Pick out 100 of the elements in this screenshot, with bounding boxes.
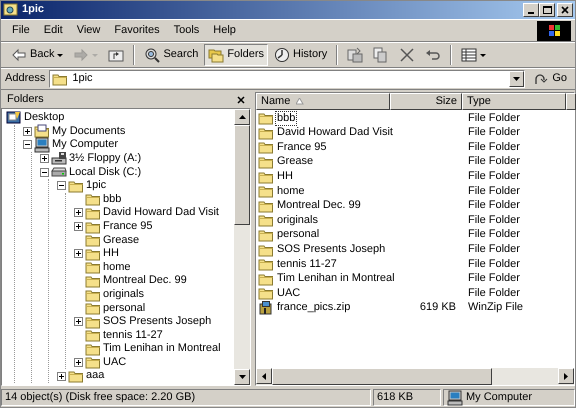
expander-toggle[interactable]: [74, 317, 83, 326]
expander-toggle[interactable]: [23, 126, 32, 136]
expander-toggle[interactable]: [57, 372, 66, 381]
tree-item[interactable]: bbb: [103, 192, 122, 206]
tree-item[interactable]: 3½ Floppy (A:): [69, 152, 142, 166]
maximize-button[interactable]: [539, 3, 555, 17]
expander-toggle[interactable]: [74, 208, 83, 218]
status-size: 618 KB: [373, 389, 441, 406]
tree-item[interactable]: UAC: [103, 356, 126, 370]
file-type: File Folder: [467, 112, 521, 125]
file-name[interactable]: personal: [275, 227, 322, 243]
tree-item[interactable]: Montreal Dec. 99: [103, 274, 187, 288]
tree-item[interactable]: My Documents: [52, 124, 126, 138]
file-name[interactable]: tennis 11-27: [275, 256, 339, 272]
file-name[interactable]: HH: [275, 169, 295, 184]
file-name[interactable]: Grease: [275, 154, 316, 170]
dropdown-arrow-icon: [513, 77, 520, 81]
tree-item[interactable]: My Computer: [52, 138, 118, 152]
tree-item[interactable]: SOS Presents Joseph: [103, 315, 212, 328]
file-name[interactable]: David Howard Dad Visit: [275, 125, 395, 140]
file-type: WinZip File: [467, 301, 524, 315]
tree-item[interactable]: Tim Lenihan in Montreal: [103, 342, 221, 356]
file-type: File Folder: [467, 170, 521, 184]
tree-item[interactable]: tennis 11-27: [103, 328, 163, 342]
expander-toggle[interactable]: [74, 358, 83, 367]
menu-item[interactable]: Help: [206, 22, 243, 40]
menu-item[interactable]: View: [70, 22, 108, 40]
go-button[interactable]: Go: [529, 68, 571, 90]
dropdown-caret-icon: [480, 54, 486, 56]
expander-toggle[interactable]: [23, 140, 32, 150]
file-type: File Folder: [467, 214, 521, 228]
menu-item[interactable]: Edit: [36, 22, 70, 40]
expander-toggle[interactable]: [74, 222, 83, 232]
column-header[interactable]: Size: [390, 93, 462, 110]
tree-item[interactable]: Desktop: [24, 111, 64, 124]
close-pane-button[interactable]: [237, 96, 245, 104]
file-type: File Folder: [467, 286, 521, 300]
tree-item[interactable]: aaa: [86, 369, 104, 383]
menu-item[interactable]: File: [5, 22, 37, 40]
menu-item[interactable]: Favorites: [107, 22, 167, 40]
file-type: File Folder: [467, 228, 521, 242]
file-size: 619 KB: [420, 301, 456, 314]
tree-item[interactable]: France 95: [103, 220, 153, 234]
horizontal-scrollbar[interactable]: [256, 368, 574, 385]
scroll-right-icon: [564, 372, 568, 380]
close-icon: [560, 5, 570, 15]
column-header[interactable]: Type: [462, 93, 566, 110]
search-button[interactable]: Search: [140, 44, 202, 66]
tree-item[interactable]: home: [103, 260, 131, 274]
tree-item[interactable]: Local Disk (C:): [69, 166, 142, 179]
file-name[interactable]: UAC: [275, 286, 302, 302]
menu-item[interactable]: Tools: [166, 22, 206, 40]
minimize-icon: [528, 12, 534, 14]
tree-item[interactable]: originals: [103, 288, 144, 302]
tree-item[interactable]: Grease: [103, 234, 140, 247]
close-button[interactable]: [557, 3, 573, 17]
file-name[interactable]: originals: [275, 212, 320, 228]
file-type: File Folder: [467, 155, 521, 169]
dropdown-caret-icon: [57, 54, 64, 56]
computer-icon: [447, 390, 463, 406]
folders-icon: [208, 47, 224, 63]
file-name[interactable]: Montreal Dec. 99: [275, 198, 363, 214]
tree-item[interactable]: personal: [103, 302, 146, 315]
folders-button[interactable]: Folders: [204, 44, 268, 66]
address-label: Address: [5, 72, 46, 86]
windows-logo-icon: [546, 23, 562, 38]
expander-toggle[interactable]: [74, 249, 83, 258]
file-type: File Folder: [467, 243, 521, 256]
file-name[interactable]: France 95: [275, 140, 329, 156]
forward-arrow-icon: [73, 47, 90, 63]
file-type: File Folder: [467, 199, 521, 212]
expander-toggle[interactable]: [40, 168, 49, 177]
views-icon: [461, 47, 478, 63]
file-name[interactable]: home: [275, 184, 307, 199]
file-type: File Folder: [467, 140, 521, 154]
tree-item[interactable]: HH: [103, 247, 119, 260]
clock-icon: [274, 47, 290, 63]
expander-toggle[interactable]: [57, 181, 66, 190]
file-type: File Folder: [467, 272, 521, 286]
delete-icon: [399, 47, 416, 63]
file-name[interactable]: france_pics.zip: [275, 300, 352, 316]
scroll-left-icon: [262, 372, 266, 380]
scroll-up-icon: [238, 115, 246, 119]
column-header[interactable]: Name: [256, 93, 390, 110]
dropdown-caret-icon: [92, 54, 98, 56]
file-name[interactable]: Tim Lenihan in Montreal: [275, 271, 397, 286]
file-name[interactable]: SOS Presents Joseph: [275, 242, 388, 258]
file-name[interactable]: bbb: [275, 110, 298, 126]
history-button[interactable]: History: [270, 44, 332, 66]
scroll-down-icon: [238, 375, 246, 379]
address-field[interactable]: 1pic: [49, 70, 526, 88]
tree-item[interactable]: 1pic: [86, 179, 106, 192]
vertical-scrollbar[interactable]: [234, 109, 250, 385]
computer-icon: [34, 136, 50, 153]
minimize-button[interactable]: [523, 3, 539, 17]
documents-folder-icon: [34, 123, 50, 140]
expander-toggle[interactable]: [40, 154, 49, 164]
back-button[interactable]: Back: [7, 44, 68, 66]
tree-item[interactable]: David Howard Dad Visit: [103, 206, 219, 220]
maximize-icon: [542, 5, 552, 15]
